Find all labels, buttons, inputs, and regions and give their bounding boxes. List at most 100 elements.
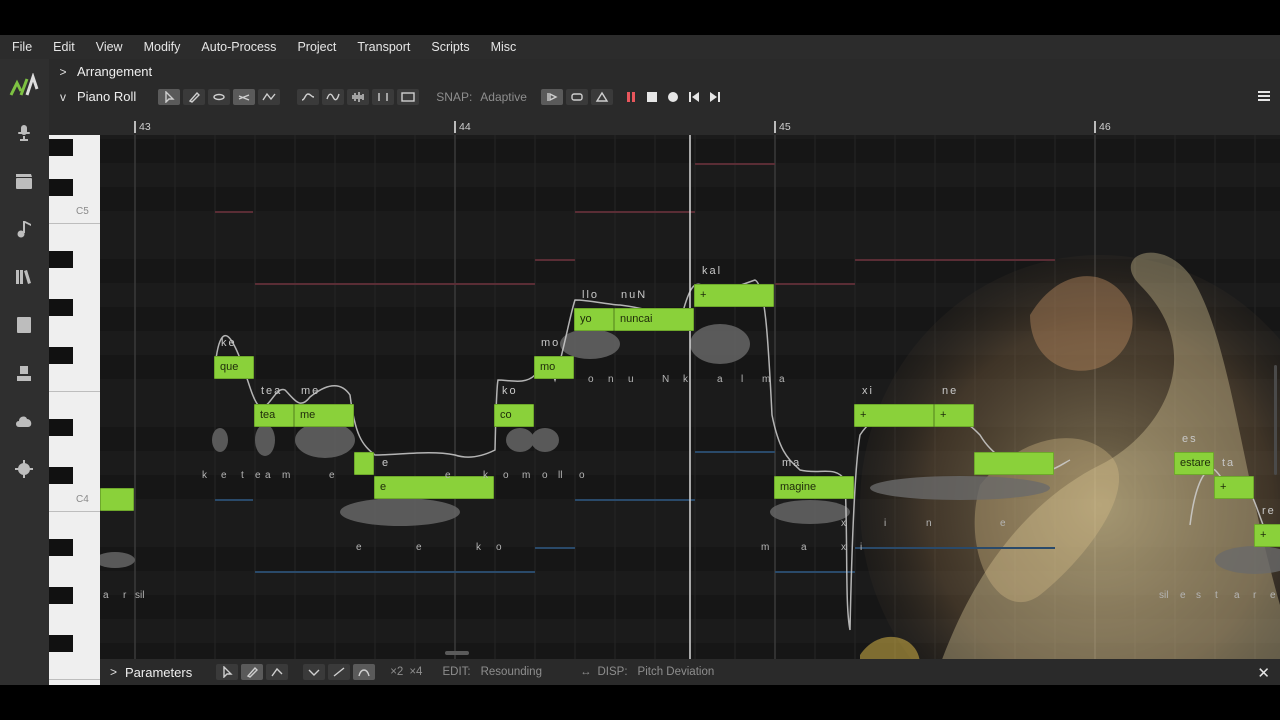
horizontal-scrollbar[interactable]	[445, 651, 469, 655]
pointer-tool-button[interactable]	[158, 88, 181, 105]
bar-marker	[774, 121, 776, 133]
black-key[interactable]	[49, 539, 73, 556]
note[interactable]: +	[1254, 524, 1280, 547]
chevron-down-icon[interactable]: v	[57, 90, 69, 104]
record-icon[interactable]	[664, 89, 682, 105]
black-key[interactable]	[49, 251, 73, 268]
skip-back-icon[interactable]	[685, 89, 703, 105]
music-note-icon[interactable]	[10, 215, 38, 243]
clapperboard-icon[interactable]	[10, 167, 38, 195]
note[interactable]: tea	[254, 404, 294, 427]
swap-arrows-icon[interactable]: ↔	[580, 666, 592, 678]
note[interactable]: e	[374, 476, 494, 499]
menu-scripts[interactable]: Scripts	[431, 40, 469, 54]
phoneme: t	[241, 470, 244, 481]
black-key[interactable]	[49, 347, 73, 364]
note[interactable]: +	[854, 404, 934, 427]
note-lyric: re	[1262, 505, 1276, 517]
note[interactable]: yo	[574, 308, 614, 331]
phoneme: e	[356, 542, 362, 553]
black-key[interactable]	[49, 419, 73, 436]
settings-icon[interactable]	[10, 455, 38, 483]
phoneme: ll	[558, 470, 563, 481]
black-key[interactable]	[49, 299, 73, 316]
loop-button[interactable]	[565, 88, 588, 105]
param-chevron-button[interactable]	[303, 664, 326, 680]
black-key[interactable]	[49, 467, 73, 484]
note[interactable]: +	[1214, 476, 1254, 499]
black-key[interactable]	[49, 139, 73, 156]
bar-marker	[1094, 121, 1096, 133]
follow-playhead-button[interactable]	[540, 88, 563, 105]
menu-project[interactable]: Project	[297, 40, 336, 54]
note[interactable]: estare	[1174, 452, 1214, 475]
phoneme: r	[123, 590, 127, 601]
phoneme: e	[1270, 590, 1276, 601]
note[interactable]: que	[214, 356, 254, 379]
app-logo-icon	[9, 73, 39, 96]
export-icon[interactable]	[10, 359, 38, 387]
param-line-button[interactable]	[266, 664, 289, 680]
menu-view[interactable]: View	[96, 40, 123, 54]
piano-roll-grid[interactable]: ke que tea tea me me e e ko co mo mo llo…	[100, 135, 1280, 685]
keyboard-button[interactable]	[397, 88, 420, 105]
param-ramp-button[interactable]	[328, 664, 351, 680]
menu-modify[interactable]: Modify	[144, 40, 181, 54]
vertical-scrollbar[interactable]	[1274, 365, 1277, 475]
note[interactable]: +	[934, 404, 974, 427]
note[interactable]: me	[294, 404, 354, 427]
bar-label: 44	[459, 121, 471, 133]
phoneme-button[interactable]	[372, 88, 395, 105]
book-icon[interactable]	[10, 311, 38, 339]
metronome-button[interactable]	[590, 88, 613, 105]
skip-forward-icon[interactable]	[706, 89, 724, 105]
note[interactable]: mo	[534, 356, 574, 379]
microphone-icon[interactable]	[10, 119, 38, 147]
pause-icon[interactable]	[622, 89, 640, 105]
param-pointer-button[interactable]	[216, 664, 239, 680]
black-key[interactable]	[49, 635, 73, 652]
arrangement-header[interactable]: > Arrangement	[49, 59, 1280, 84]
menu-misc[interactable]: Misc	[491, 40, 517, 54]
hamburger-menu-icon[interactable]	[1258, 90, 1270, 102]
edit-value[interactable]: Resounding	[481, 666, 542, 678]
pitch-edit-button[interactable]	[322, 88, 345, 105]
pitch-curve-button[interactable]	[297, 88, 320, 105]
note[interactable]: nuncai	[614, 308, 694, 331]
note[interactable]: co	[494, 404, 534, 427]
menu-edit[interactable]: Edit	[53, 40, 75, 54]
waveform-button[interactable]	[347, 88, 370, 105]
chevron-right-icon[interactable]: >	[57, 65, 69, 79]
cloud-check-icon[interactable]	[10, 407, 38, 435]
disp-value[interactable]: Pitch Deviation	[638, 666, 715, 678]
note[interactable]	[354, 452, 374, 475]
pencil-tool-button[interactable]	[183, 88, 206, 105]
multiplier-x4[interactable]: ×4	[409, 666, 422, 678]
phoneme: a	[1234, 590, 1240, 601]
close-icon[interactable]: ✕	[1257, 664, 1270, 682]
library-icon[interactable]	[10, 263, 38, 291]
param-pencil-button[interactable]	[241, 664, 264, 680]
menu-auto-process[interactable]: Auto-Process	[201, 40, 276, 54]
curve-tool-button[interactable]	[258, 88, 281, 105]
black-key[interactable]	[49, 587, 73, 604]
stop-icon[interactable]	[643, 89, 661, 105]
disp-label: DISP:	[597, 666, 628, 678]
piano-keyboard[interactable]: C5 C4	[49, 135, 100, 685]
chevron-right-icon[interactable]: >	[110, 665, 117, 679]
phoneme: a	[265, 470, 271, 481]
pitch-tool-button[interactable]	[233, 88, 256, 105]
note[interactable]	[100, 488, 134, 511]
phoneme: o	[579, 470, 585, 481]
knife-tool-button[interactable]	[208, 88, 231, 105]
note[interactable]	[974, 452, 1054, 475]
menu-transport[interactable]: Transport	[357, 40, 410, 54]
note[interactable]: +	[694, 284, 774, 307]
black-key[interactable]	[49, 179, 73, 196]
param-arc-button[interactable]	[353, 664, 376, 680]
multiplier-x2[interactable]: ×2	[390, 666, 403, 678]
snap-value[interactable]: Adaptive	[480, 90, 527, 104]
menu-file[interactable]: File	[12, 40, 32, 54]
timeline-ruler[interactable]: 43 44 45 46	[49, 109, 1280, 135]
note[interactable]: magine	[774, 476, 854, 499]
